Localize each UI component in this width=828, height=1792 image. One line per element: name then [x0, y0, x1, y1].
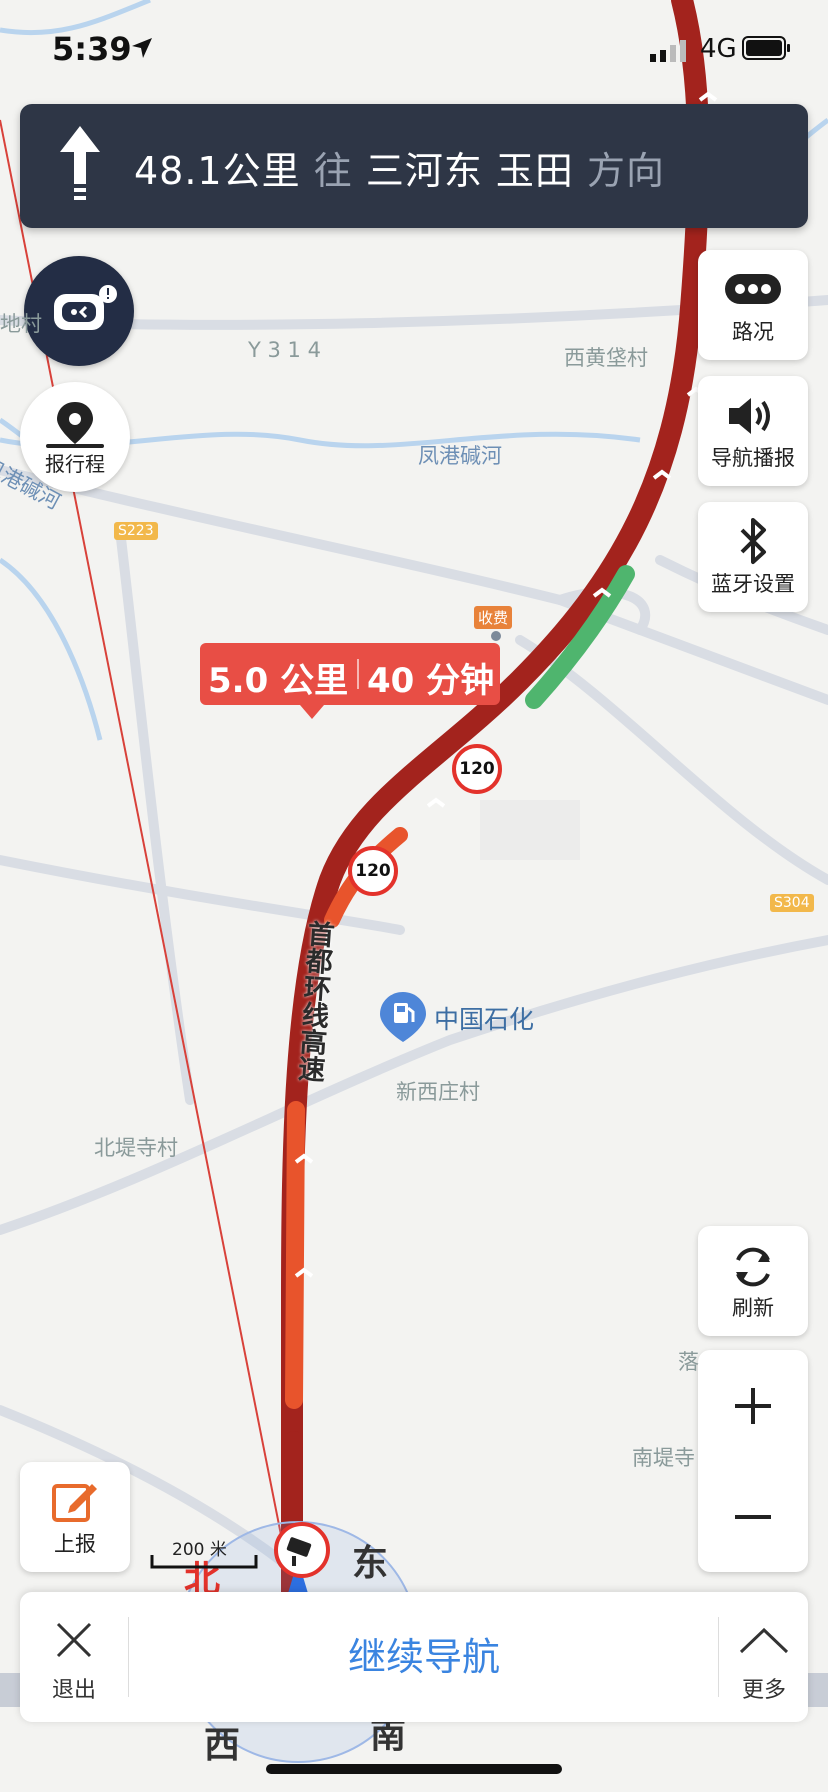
- close-icon: [56, 1622, 92, 1658]
- more-label: 更多: [741, 1678, 786, 1703]
- continue-navigation-button[interactable]: 继续导航: [130, 1592, 718, 1722]
- divider: [128, 1617, 129, 1697]
- map-scale: 200 米: [150, 1535, 260, 1569]
- zoom-out-button[interactable]: [698, 1461, 808, 1572]
- compass-east: 东: [352, 1543, 389, 1584]
- road-shield-s304: S304: [770, 894, 814, 912]
- zoom-in-button[interactable]: [698, 1350, 808, 1461]
- guidance-destination: 三河东 玉田: [365, 149, 574, 193]
- callout-divider: [357, 659, 359, 689]
- voice-broadcast-label: 导航播报: [711, 446, 795, 470]
- voice-broadcast-button[interactable]: 导航播报: [698, 376, 808, 486]
- guidance-text: 48.1公里 往 三河东 玉田 方向: [134, 140, 665, 195]
- map-label-river: 凤港碱河: [418, 444, 502, 468]
- scale-bar: [150, 1555, 258, 1569]
- map-label-left-edge: 地村: [0, 312, 42, 336]
- report-label: 上报: [54, 1532, 96, 1556]
- zoom-controls: [698, 1350, 808, 1572]
- guidance-distance: 48.1公里: [134, 149, 301, 193]
- network-type: 4G: [700, 34, 737, 64]
- divider: [718, 1617, 719, 1697]
- signal-strength-icon: [650, 40, 686, 62]
- map-label-xinxizhuang: 新西庄村: [396, 1080, 480, 1104]
- map-label-beidisi: 北堤寺村: [94, 1136, 178, 1160]
- exit-button[interactable]: 退出: [20, 1592, 128, 1722]
- guidance-direction: 方向: [587, 149, 666, 193]
- route-segment-callout[interactable]: 5.0 公里 40 分钟: [200, 643, 500, 705]
- chevron-up-icon: [739, 1627, 789, 1654]
- callout-distance: 5.0 公里: [208, 661, 349, 701]
- refresh-icon: [736, 1247, 770, 1287]
- speaker-icon: [729, 398, 770, 434]
- refresh-label: 刷新: [732, 1296, 774, 1320]
- road-shield-s223: S223: [114, 522, 158, 540]
- map-label-xihuangpu: 西黄垡村: [564, 346, 648, 370]
- speed-limit-sign: 120: [348, 846, 398, 896]
- callout-time: 40 分钟: [367, 661, 495, 701]
- home-indicator[interactable]: [266, 1764, 562, 1774]
- map-label-nandisi: 南堤寺: [632, 1446, 695, 1470]
- compass-west: 西: [204, 1725, 241, 1766]
- report-trip-label: 报行程: [45, 452, 105, 476]
- plus-icon: [735, 1388, 771, 1424]
- bottom-action-bar: 退出 继续导航 更多: [20, 1592, 808, 1722]
- map-label-y314: Y 3 1 4: [248, 338, 321, 362]
- speed-camera-marker: [274, 1522, 330, 1578]
- toll-badge: 收费: [474, 606, 513, 629]
- traffic-button[interactable]: 路况: [698, 250, 808, 360]
- more-button[interactable]: 更多: [720, 1592, 808, 1722]
- gas-station-icon: [380, 992, 426, 1042]
- status-time: 5:39: [52, 30, 132, 68]
- refresh-button[interactable]: 刷新: [698, 1226, 808, 1336]
- minus-icon: [735, 1515, 771, 1519]
- report-button[interactable]: 上报: [20, 1462, 130, 1572]
- traffic-label: 路况: [732, 320, 774, 344]
- bluetooth-settings-button[interactable]: 蓝牙设置: [698, 502, 808, 612]
- speed-limit-sign: 120: [452, 744, 502, 794]
- guidance-banner[interactable]: 48.1公里 往 三河东 玉田 方向: [20, 104, 808, 228]
- status-bar: 5:39 4G: [0, 0, 828, 100]
- exit-label: 退出: [51, 1678, 96, 1703]
- battery-icon: [742, 36, 790, 60]
- bluetooth-icon: [740, 518, 766, 564]
- map-label-luo: 落: [678, 1350, 699, 1374]
- location-arrow-icon: [132, 38, 152, 58]
- bluetooth-settings-label: 蓝牙设置: [711, 572, 795, 596]
- guidance-towards: 往: [313, 149, 353, 193]
- straight-arrow-icon: [60, 126, 100, 200]
- callout-pointer: [300, 705, 324, 719]
- poi-sinopec-label: 中国石化: [434, 1005, 535, 1034]
- report-edit-icon: [52, 1484, 97, 1522]
- traffic-icon: [725, 274, 781, 304]
- camera-icon: [286, 1537, 312, 1566]
